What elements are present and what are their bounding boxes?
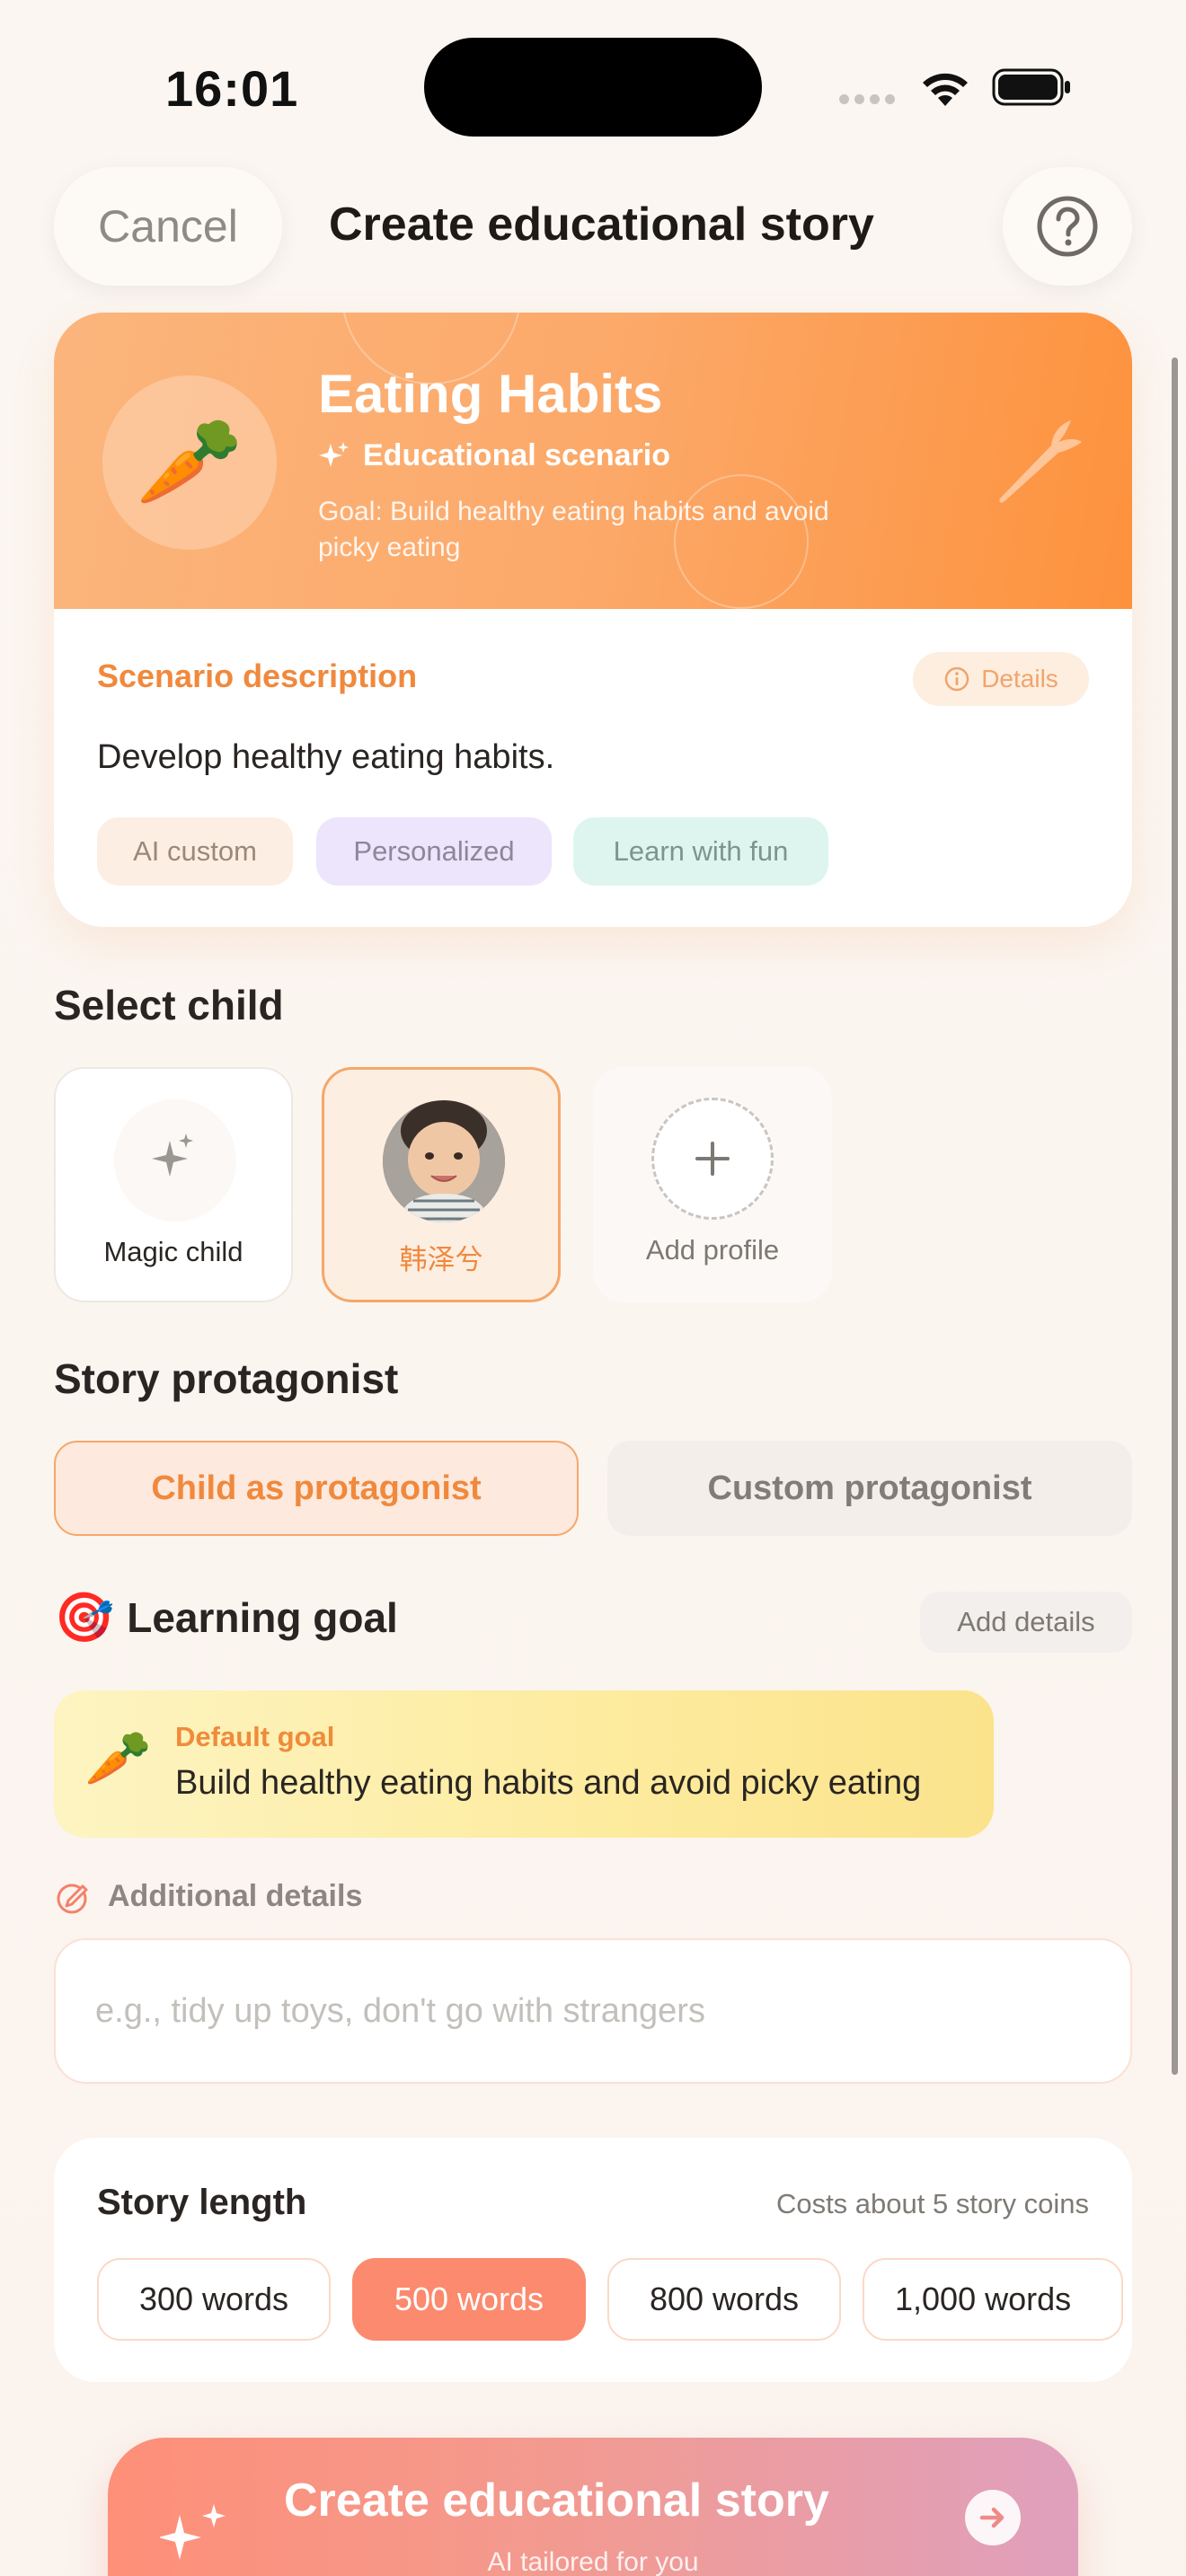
child-card-magic[interactable]: Magic child (54, 1067, 293, 1302)
scenario-description: Develop healthy eating habits. (97, 738, 555, 776)
add-details-button[interactable]: Add details (920, 1592, 1132, 1653)
length-option-1000[interactable]: 1,000 words (863, 2258, 1123, 2341)
carrot-icon: 🥕 (84, 1728, 152, 1788)
help-button[interactable] (1003, 167, 1132, 286)
battery-icon (992, 68, 1070, 106)
learning-goal-title: Learning goal (127, 1594, 398, 1641)
scenario-goal: Goal: Build healthy eating habits and av… (318, 497, 829, 562)
select-child-title: Select child (54, 982, 284, 1028)
cta-subtitle: AI tailored for you (487, 2547, 699, 2576)
info-icon (944, 666, 969, 692)
child-card-label: Magic child (103, 1236, 243, 1267)
child-photo (383, 1100, 505, 1222)
protagonist-title: Story protagonist (54, 1355, 399, 1402)
scrollbar[interactable] (1172, 357, 1178, 2075)
add-profile-circle (651, 1098, 774, 1220)
wifi-icon (923, 73, 968, 106)
tag-learn-with-fun: Learn with fun (573, 817, 828, 886)
story-cost: Costs about 5 story coins (775, 2188, 1089, 2219)
length-option-800[interactable]: 800 words (607, 2258, 841, 2341)
cta-title: Create educational story (284, 2475, 829, 2527)
carrot-outline-icon (999, 420, 1082, 503)
child-card-selected[interactable]: 韩泽兮 (322, 1067, 561, 1302)
default-goal-text: Build healthy eating habits and avoid pi… (175, 1764, 922, 1802)
scenario-card: 🥕 Eating Habits Educational scenario Goa… (54, 313, 1132, 927)
sparkle-icon (319, 441, 349, 467)
edit-circle-icon (57, 1883, 88, 1914)
scenario-title: Eating Habits (318, 364, 663, 424)
dynamic-island (424, 38, 762, 137)
arrow-right-icon (965, 2490, 1021, 2545)
story-length-title: Story length (97, 2183, 307, 2222)
length-option-300[interactable]: 300 words (97, 2258, 331, 2341)
plus-icon (695, 1142, 730, 1176)
tag-ai-custom: AI custom (97, 817, 293, 886)
sparkle-icon (152, 1134, 193, 1177)
length-option-500[interactable]: 500 words (352, 2258, 586, 2341)
scenario-description-label: Scenario description (97, 657, 418, 694)
custom-protagonist-option[interactable]: Custom protagonist (607, 1441, 1132, 1536)
default-goal-label: Default goal (175, 1721, 335, 1752)
scenario-subtitle-row: Educational scenario (318, 438, 670, 473)
scenario-emoji-badge: 🥕 (102, 375, 277, 550)
magic-avatar (114, 1099, 236, 1222)
carrot-icon: 🥕 (136, 414, 243, 510)
additional-details-input[interactable] (54, 1938, 1132, 2084)
details-label: Details (981, 665, 1058, 693)
target-icon: 🎯 (54, 1591, 115, 1645)
default-goal-card: 🥕 Default goal Build healthy eating habi… (54, 1690, 994, 1838)
cancel-button[interactable]: Cancel (54, 167, 282, 286)
learning-goal-header: 🎯 Learning goal (54, 1593, 398, 1642)
tag-personalized: Personalized (316, 817, 552, 886)
story-length-card: Story length Costs about 5 story coins 3… (54, 2138, 1132, 2382)
child-card-label: 韩泽兮 (399, 1244, 483, 1275)
question-circle-icon (1037, 196, 1098, 257)
child-avatar (383, 1100, 505, 1222)
additional-details-label: Additional details (108, 1879, 363, 1913)
child-protagonist-option[interactable]: Child as protagonist (54, 1441, 579, 1536)
child-card-label: Add profile (645, 1234, 780, 1266)
details-button[interactable]: Details (913, 652, 1089, 706)
status-time: 16:01 (165, 60, 299, 117)
add-profile-card[interactable]: Add profile (593, 1067, 832, 1302)
page-title: Create educational story (329, 198, 874, 251)
create-story-button[interactable]: Create educational story AI tailored for… (108, 2438, 1078, 2576)
scenario-hero: 🥕 Eating Habits Educational scenario Goa… (54, 313, 1132, 609)
cellular-signal-icon (839, 93, 902, 105)
scenario-subtitle: Educational scenario (363, 438, 670, 472)
